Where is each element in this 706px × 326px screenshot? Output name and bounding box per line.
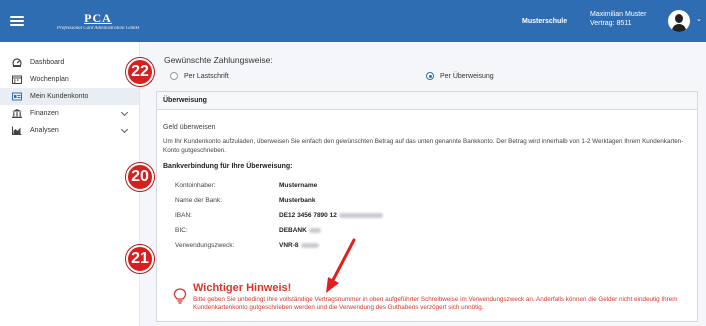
sidebar-item-label: Analysen [30,127,59,134]
row-value-wrap: DEBANK [279,227,321,234]
row-verwendungszweck: Verwendungszweck: VNR-8 [175,242,575,252]
chevron-down-icon[interactable] [120,108,129,117]
payment-method-title: Gewünschte Zahlungsweise: [164,55,273,65]
top-bar: PCA Professional Card Administration Gmb… [0,0,706,42]
radio-label: Per Überweisung [440,72,494,80]
user-info[interactable]: Maximilian Muster Vertrag: 8511 [590,10,646,28]
sidebar-item-wochenplan[interactable]: Wochenplan [0,71,139,88]
step-badge-22: 22 [126,58,154,86]
calendar-icon [12,75,22,84]
row-kontoinhaber: Kontoinhaber: Mustername [175,182,575,192]
dashboard-icon [12,58,22,67]
sidebar-item-finanzen[interactable]: Finanzen [0,105,139,122]
row-value-wrap: VNR-8 [279,242,319,249]
row-key: IBAN: [175,212,192,219]
row-iban: IBAN: DE12 3456 7890 12 [175,212,575,222]
sidebar-item-kundenkonto[interactable]: Mein Kundenkonto [0,88,139,105]
row-value: DE12 3456 7890 12 [279,212,337,219]
logo-subtitle: Professional Card Administration GmbH [56,25,140,31]
redacted-blur [300,242,319,248]
sidebar-item-label: Finanzen [30,110,59,117]
chevron-down-icon[interactable]: ⌄ [696,15,702,23]
important-notice: Wichtiger Hinweis! Bitte geben Sie unbed… [163,274,691,322]
school-name: Musterschule [522,18,568,25]
sidebar-item-analysen[interactable]: Analysen [0,122,139,139]
user-contract: Vertrag: 8511 [590,20,632,27]
bank-icon [12,109,22,118]
transfer-card: Überweisung Geld überweisen Um Ihr Kunde… [156,91,698,322]
row-bank-name: Name der Bank: Musterbank [175,197,575,207]
main-content: Gewünschte Zahlungsweise: Per Lastschrif… [148,42,706,326]
logo[interactable]: PCA Professional Card Administration Gmb… [34,12,162,31]
step-badge-21: 21 [126,245,154,273]
sidebar-item-dashboard[interactable]: Dashboard [0,54,139,71]
row-value: DEBANK [279,227,307,234]
row-key: Verwendungszweck: [175,242,235,249]
redacted-blur [308,227,321,233]
geld-ueberweisen-title: Geld überweisen [163,124,216,131]
row-key: Name der Bank: [175,197,222,204]
step-badge-20: 20 [126,163,154,191]
row-key: BIC: [175,227,188,234]
radio-circle[interactable] [170,72,178,80]
chart-icon [12,126,22,135]
row-value: Musterbank [279,197,316,204]
sidebar-item-label: Wochenplan [30,76,69,83]
row-value: Mustername [279,182,318,189]
radio-lastschrift[interactable]: Per Lastschrift [170,72,229,80]
sidebar-item-label: Dashboard [30,59,65,66]
chevron-down-icon[interactable] [120,125,129,134]
card-header: Überweisung [157,92,697,110]
account-card-icon [12,92,22,101]
user-name: Maximilian Muster [590,11,647,18]
row-bic: BIC: DEBANK [175,227,575,237]
notice-title: Wichtiger Hinweis! [193,282,292,294]
row-value-wrap: DE12 3456 7890 12 [279,212,383,219]
logo-mark: PCA [84,10,112,25]
menu-icon[interactable] [10,16,24,26]
avatar[interactable] [668,10,690,32]
bank-details-title: Bankverbindung für Ihre Überweisung: [163,163,293,170]
notice-text: Bitte geben Sie unbedingt Ihre vollständ… [193,296,678,311]
radio-circle[interactable] [426,72,434,80]
radio-label: Per Lastschrift [184,72,229,80]
redacted-blur [338,212,383,218]
row-key: Kontoinhaber: [175,182,216,189]
row-value: VNR-8 [279,242,299,249]
sidebar: Dashboard Wochenplan Mein Kundenkonto Fi… [0,42,140,326]
transfer-description: Um Ihr Kundenkonto aufzuladen, überweise… [163,138,684,154]
sidebar-item-label: Mein Kundenkonto [30,93,89,100]
annotation-arrow [326,238,356,293]
lightbulb-icon [173,288,187,304]
radio-ueberweisung[interactable]: Per Überweisung [426,72,494,80]
